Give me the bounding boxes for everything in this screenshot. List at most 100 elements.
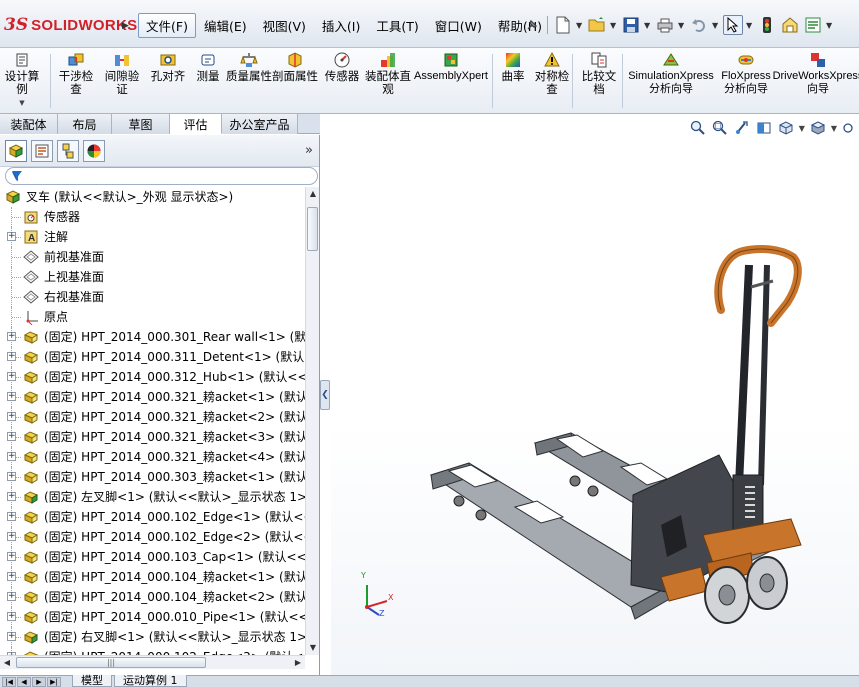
tree-horizontal-scrollbar[interactable]: ◀ ||| ▶ <box>0 655 305 669</box>
tree-item[interactable]: + (固定) 右叉脚<1> (默认<<默认>_显示状态 1>) <box>0 627 305 647</box>
tree-item[interactable]: 前视基准面 <box>0 247 305 267</box>
scroll-right-icon[interactable]: ▶ <box>291 656 305 670</box>
menu-item-1[interactable]: 编辑(E) <box>196 13 255 38</box>
property-manager-tab[interactable] <box>31 139 53 162</box>
clearance-verification-button[interactable]: 间隙验证 <box>100 51 144 96</box>
sensor-button[interactable]: 传感器 <box>320 51 364 83</box>
new-document-icon[interactable] <box>553 15 573 35</box>
tab-4[interactable]: 办公室产品 <box>222 114 298 134</box>
file-properties-icon[interactable] <box>780 15 800 35</box>
expand-plus-icon[interactable]: + <box>7 412 16 421</box>
chevron-down-icon[interactable]: ▼ <box>712 21 720 30</box>
expand-plus-icon[interactable]: + <box>7 472 16 481</box>
tree-item[interactable]: + (固定) HPT_2014_000.104_耪acket<2> (默认<< <box>0 587 305 607</box>
hole-alignment-button[interactable]: 孔对齐 <box>148 51 188 83</box>
next-tab-icon[interactable]: ▶ <box>32 677 46 687</box>
chevron-down-icon[interactable]: ▼ <box>610 21 618 30</box>
graphics-area[interactable]: ▼ ▼ Y X Z <box>331 115 859 675</box>
expand-plus-icon[interactable]: + <box>7 552 16 561</box>
configuration-manager-tab[interactable] <box>57 139 79 162</box>
tree-item[interactable]: + (固定) HPT_2014_000.102_Edge<2> (默认<<默 <box>0 527 305 547</box>
tab-3[interactable]: 评估 <box>170 114 222 134</box>
tree-root-assembly[interactable]: 叉车 (默认<<默认>_外观 显示状态>) <box>0 187 305 207</box>
expand-plus-icon[interactable]: + <box>7 372 16 381</box>
prev-tab-icon[interactable]: ◀ <box>17 677 31 687</box>
assembly-visualization-button[interactable]: 装配体直观 <box>364 51 412 96</box>
tab-motion-study[interactable]: 运动算例 1 <box>114 675 187 687</box>
panel-collapse-handle[interactable]: ❮ <box>320 380 330 410</box>
tree-item[interactable]: 传感器 <box>0 207 305 227</box>
tree-item[interactable]: + (固定) HPT_2014_000.303_耪acket<1> (默认<< <box>0 467 305 487</box>
tree-item[interactable]: + (固定) HPT_2014_000.312_Hub<1> (默认<<默 <box>0 367 305 387</box>
tree-item[interactable]: + (固定) HPT_2014_000.103_Cap<1> (默认<<默认 <box>0 547 305 567</box>
tree-item[interactable]: + (固定) HPT_2014_000.102_Edge<1> (默认<<默 <box>0 507 305 527</box>
driveworksxpress-button[interactable]: DriveWorksXpress 向导 <box>773 51 859 96</box>
tab-0[interactable]: 装配体 <box>0 114 58 134</box>
menu-item-4[interactable]: 工具(T) <box>368 13 426 38</box>
interference-check-button[interactable]: 干涉检查 <box>56 51 96 96</box>
symmetry-check-button[interactable]: 对称检查 <box>530 51 574 96</box>
scroll-thumb[interactable] <box>307 207 318 251</box>
tab-1[interactable]: 布局 <box>58 114 112 134</box>
tab-2[interactable]: 草图 <box>112 114 170 134</box>
expand-plus-icon[interactable]: + <box>7 352 16 361</box>
measure-button[interactable]: 测量 <box>190 51 226 83</box>
tree-item[interactable]: + (固定) HPT_2014_000.321_耪acket<1> (默认<< <box>0 387 305 407</box>
chevron-down-icon[interactable]: ▼ <box>826 21 834 30</box>
tree-filter-input[interactable]: ▼ <box>5 167 318 185</box>
pin-icon[interactable] <box>522 15 542 35</box>
chevron-down-icon[interactable]: ▼ <box>644 21 652 30</box>
undo-icon[interactable] <box>689 15 709 35</box>
expand-plus-icon[interactable]: + <box>7 632 16 641</box>
design-study-button[interactable]: 设计算例 ▼ <box>4 51 40 107</box>
menu-item-5[interactable]: 窗口(W) <box>427 13 490 38</box>
tree-item[interactable]: + (固定) HPT_2014_000.010_Pipe<1> (默认<<默 <box>0 607 305 627</box>
tree-item[interactable]: + (固定) HPT_2014_000.321_耪acket<3> (默认<< <box>0 427 305 447</box>
scroll-up-icon[interactable]: ▲ <box>306 187 320 201</box>
simulationxpress-button[interactable]: SimulationXpress 分析向导 <box>626 51 716 96</box>
tree-item[interactable]: + (固定) HPT_2014_000.321_耪acket<2> (默认<< <box>0 407 305 427</box>
select-cursor-icon[interactable] <box>723 15 743 35</box>
mass-properties-button[interactable]: 质量属性 <box>226 51 272 83</box>
menu-item-2[interactable]: 视图(V) <box>255 13 314 38</box>
chevron-down-icon[interactable]: ▼ <box>576 21 584 30</box>
tree-item[interactable]: 上视基准面 <box>0 267 305 287</box>
tree-item[interactable]: + A 注解 <box>0 227 305 247</box>
print-icon[interactable] <box>655 15 675 35</box>
assemblyxpert-button[interactable]: AssemblyXpert <box>412 51 490 83</box>
scroll-left-icon[interactable]: ◀ <box>0 656 14 670</box>
tab-model[interactable]: 模型 <box>72 675 112 687</box>
tree-item[interactable]: 右视基准面 <box>0 287 305 307</box>
expand-plus-icon[interactable]: + <box>7 492 16 501</box>
tree-item[interactable]: + (固定) HPT_2014_000.321_耪acket<4> (默认<< <box>0 447 305 467</box>
expand-plus-icon[interactable]: + <box>7 452 16 461</box>
floxpress-button[interactable]: FloXpress 分析向导 <box>716 51 776 96</box>
expand-plus-icon[interactable]: + <box>7 432 16 441</box>
menu-item-0[interactable]: 文件(F) <box>138 12 196 38</box>
options-list-icon[interactable] <box>803 15 823 35</box>
tree-item[interactable]: +(固定) HPT_2014_000.102_Edge<3> (默认<<默 <box>0 647 305 655</box>
open-folder-icon[interactable] <box>587 15 607 35</box>
scroll-down-icon[interactable]: ▼ <box>306 641 320 655</box>
expand-plus-icon[interactable]: + <box>7 532 16 541</box>
first-tab-icon[interactable]: |◀ <box>2 677 16 687</box>
tree-vertical-scrollbar[interactable]: ▲ ▼ <box>305 187 319 655</box>
display-manager-tab[interactable] <box>83 139 105 162</box>
tree-item[interactable]: + (固定) HPT_2014_000.301_Rear wall<1> (默认< <box>0 327 305 347</box>
section-properties-button[interactable]: 剖面属性 <box>272 51 318 83</box>
tree-item[interactable]: + (固定) HPT_2014_000.311_Detent<1> (默认<< <box>0 347 305 367</box>
pallet-truck-model[interactable] <box>331 115 859 675</box>
curvature-button[interactable]: 曲率 <box>496 51 530 83</box>
tree-item[interactable]: 原点 <box>0 307 305 327</box>
menu-item-3[interactable]: 插入(I) <box>314 13 368 38</box>
expand-plus-icon[interactable]: + <box>7 392 16 401</box>
expand-plus-icon[interactable]: + <box>7 232 16 241</box>
scroll-thumb[interactable]: ||| <box>16 657 206 668</box>
tree-item[interactable]: + (固定) 左叉脚<1> (默认<<默认>_显示状态 1>) <box>0 487 305 507</box>
tree-item[interactable]: + (固定) HPT_2014_000.104_耪acket<1> (默认<< <box>0 567 305 587</box>
feature-manager-tree-tab[interactable] <box>5 139 27 162</box>
chevron-double-right-icon[interactable]: » <box>305 143 313 158</box>
expand-plus-icon[interactable]: + <box>7 512 16 521</box>
rebuild-traffic-light-icon[interactable] <box>757 15 777 35</box>
chevron-down-icon[interactable]: ▼ <box>19 99 24 107</box>
